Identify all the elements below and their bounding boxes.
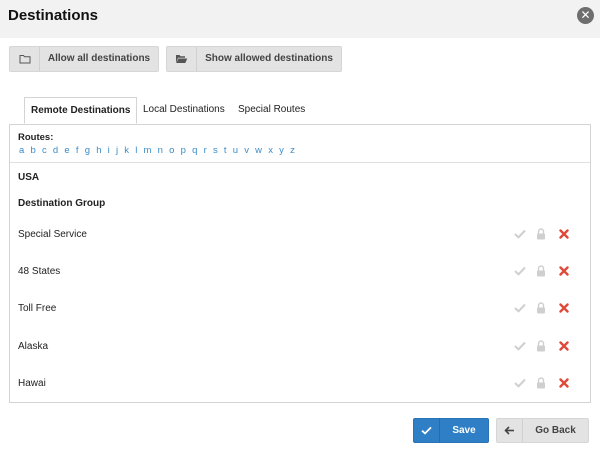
allow-all-destinations-button[interactable]: Allow all destinations (9, 46, 159, 72)
check-icon[interactable] (513, 339, 527, 353)
dialog-title: Destinations (8, 7, 99, 24)
route-letter-link[interactable]: d (53, 145, 58, 156)
save-label: Save (452, 425, 476, 436)
route-letter-link[interactable]: p (181, 145, 186, 156)
destinations-panel: Routes: abcdefghijklmnopqrstuvwxyz USA D… (9, 124, 591, 403)
route-letter-link[interactable]: e (64, 145, 69, 156)
check-icon[interactable] (513, 264, 527, 278)
go-back-button[interactable]: Go Back (496, 418, 589, 443)
folder-open-icon (167, 47, 197, 71)
route-letter-link[interactable]: f (76, 145, 79, 156)
routes-letter-filter: abcdefghijklmnopqrstuvwxyz (19, 145, 301, 156)
route-letter-link[interactable]: i (108, 145, 110, 156)
save-button[interactable]: Save (413, 418, 489, 443)
route-letter-link[interactable]: g (85, 145, 90, 156)
show-allowed-destinations-label: Show allowed destinations (205, 53, 333, 64)
route-letter-link[interactable]: b (30, 145, 35, 156)
destination-group-name: Hawai (18, 378, 46, 389)
lock-icon[interactable] (534, 227, 548, 241)
destination-group-name: Toll Free (18, 303, 57, 314)
check-icon[interactable] (513, 376, 527, 390)
route-letter-link[interactable]: x (268, 145, 273, 156)
check-icon (414, 419, 440, 442)
route-letter-link[interactable]: h (96, 145, 101, 156)
delete-x-icon[interactable] (557, 227, 571, 241)
arrow-left-icon (497, 419, 523, 442)
route-letter-link[interactable]: r (204, 145, 207, 156)
route-letter-link[interactable]: s (213, 145, 218, 156)
route-letter-link[interactable]: c (42, 145, 47, 156)
delete-x-icon[interactable] (557, 301, 571, 315)
tab-remote-destinations[interactable]: Remote Destinations (24, 97, 138, 124)
destination-group-row: Hawai (10, 374, 590, 394)
route-letter-link[interactable]: u (233, 145, 238, 156)
delete-x-icon[interactable] (557, 264, 571, 278)
routes-label: Routes: (18, 132, 54, 143)
route-letter-link[interactable]: w (255, 145, 262, 156)
destination-group-row: Toll Free (10, 299, 590, 319)
lock-icon[interactable] (534, 301, 548, 315)
route-letter-link[interactable]: q (192, 145, 197, 156)
destination-group-row: Special Service (10, 225, 590, 245)
route-letter-link[interactable]: m (144, 145, 152, 156)
close-icon[interactable]: ✕ (577, 7, 594, 24)
route-letter-link[interactable]: t (224, 145, 227, 156)
check-icon[interactable] (513, 301, 527, 315)
delete-x-icon[interactable] (557, 376, 571, 390)
route-letter-link[interactable]: l (135, 145, 137, 156)
lock-icon[interactable] (534, 264, 548, 278)
route-letter-link[interactable]: o (169, 145, 174, 156)
folder-icon (10, 47, 40, 71)
check-icon[interactable] (513, 227, 527, 241)
route-letter-link[interactable]: y (279, 145, 284, 156)
delete-x-icon[interactable] (557, 339, 571, 353)
route-letter-link[interactable]: j (116, 145, 118, 156)
show-allowed-destinations-button[interactable]: Show allowed destinations (166, 46, 342, 72)
lock-icon[interactable] (534, 339, 548, 353)
tab-special-routes[interactable]: Special Routes (238, 97, 305, 124)
dialog-header: Destinations ✕ (0, 0, 600, 38)
route-letter-link[interactable]: a (19, 145, 24, 156)
destination-group-name: 48 States (18, 266, 61, 277)
destination-group-heading: Destination Group (18, 198, 106, 209)
allow-all-destinations-label: Allow all destinations (47, 53, 151, 64)
destination-group-row: Alaska (10, 337, 590, 357)
tab-local-destinations[interactable]: Local Destinations (143, 97, 225, 124)
divider (10, 162, 590, 163)
destination-group-name: Special Service (18, 229, 87, 240)
route-letter-link[interactable]: k (124, 145, 129, 156)
go-back-label: Go Back (535, 425, 576, 436)
destination-group-row: 48 States (10, 262, 590, 282)
lock-icon[interactable] (534, 376, 548, 390)
route-letter-link[interactable]: z (290, 145, 295, 156)
route-letter-link[interactable]: n (158, 145, 163, 156)
destination-group-name: Alaska (18, 341, 49, 352)
route-letter-link[interactable]: v (244, 145, 249, 156)
country-heading: USA (18, 172, 40, 183)
